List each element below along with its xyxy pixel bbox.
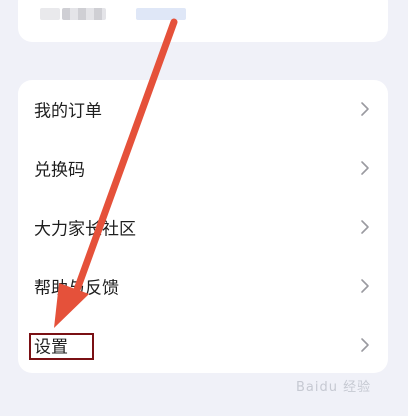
- menu-item-label: 兑换码: [34, 160, 85, 181]
- menu-card: 我的订单 兑换码 大力家长社区 帮助与反馈 设置: [18, 80, 388, 373]
- menu-item-my-orders[interactable]: 我的订单: [18, 80, 388, 138]
- menu-item-redeem-code[interactable]: 兑换码: [18, 139, 388, 197]
- chevron-right-icon: [361, 102, 369, 116]
- blurred-avatar: [40, 8, 60, 20]
- menu-item-help-feedback[interactable]: 帮助与反馈: [18, 257, 388, 315]
- menu-item-label: 我的订单: [34, 101, 102, 122]
- settings-highlight-box: [29, 333, 94, 360]
- chevron-right-icon: [361, 279, 369, 293]
- menu-item-parent-community[interactable]: 大力家长社区: [18, 198, 388, 256]
- blurred-info: [136, 8, 186, 20]
- watermark: Baidu 经验: [296, 380, 372, 395]
- top-card: [18, 0, 388, 42]
- chevron-right-icon: [361, 220, 369, 234]
- blurred-name: [62, 8, 106, 20]
- chevron-right-icon: [361, 338, 369, 352]
- menu-item-label: 大力家长社区: [34, 219, 136, 240]
- menu-item-label: 帮助与反馈: [34, 278, 119, 299]
- chevron-right-icon: [361, 161, 369, 175]
